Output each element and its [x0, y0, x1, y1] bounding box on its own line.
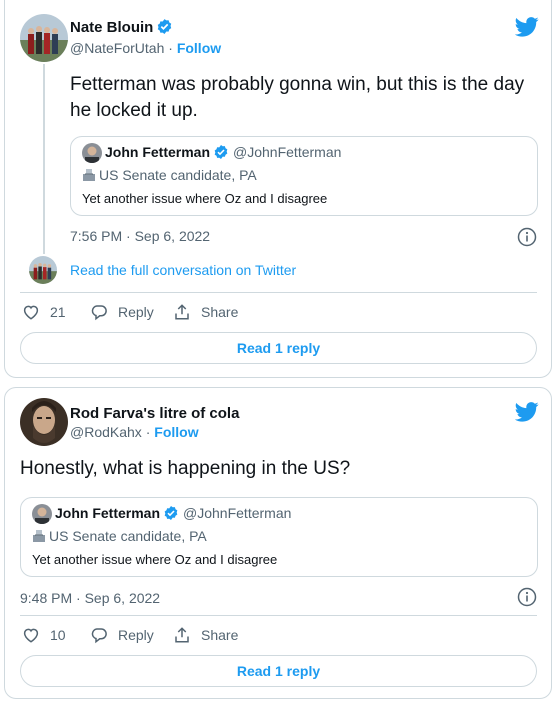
- ballot-box-icon: [83, 169, 95, 181]
- share-button[interactable]: Share: [173, 303, 238, 321]
- share-label: Share: [201, 627, 239, 643]
- quoted-tweet-text: Yet another issue where Oz and I disagre…: [82, 191, 328, 206]
- tweet-text: Fetterman was probably gonna win, but th…: [70, 74, 525, 121]
- follow-link[interactable]: Follow: [177, 40, 221, 56]
- reply-bubble-icon: [91, 628, 107, 644]
- read-replies-button[interactable]: Read 1 reply: [20, 655, 537, 687]
- divider: [20, 615, 537, 616]
- like-count: 21: [50, 304, 66, 320]
- quoted-author-label: US Senate candidate, PA: [82, 167, 257, 183]
- like-button[interactable]: 21: [22, 303, 66, 321]
- quoted-author-name: John Fetterman @JohnFetterman: [55, 505, 292, 521]
- share-icon: [175, 304, 189, 320]
- quoted-author-avatar: [82, 143, 102, 163]
- twitter-logo-icon[interactable]: [515, 402, 539, 422]
- tweet-timestamp[interactable]: 7:56 PM · Sep 6, 2022: [70, 228, 210, 244]
- info-icon[interactable]: [517, 227, 537, 247]
- tweet-timestamp[interactable]: 9:48 PM · Sep 6, 2022: [20, 590, 160, 606]
- tweet-text: Honestly, what is happening in the US?: [20, 458, 351, 479]
- quoted-tweet-text: Yet another issue where Oz and I disagre…: [32, 552, 278, 567]
- author-name[interactable]: Nate Blouin: [70, 18, 173, 36]
- share-label: Share: [201, 304, 239, 320]
- quoted-author-handle: @JohnFetterman: [183, 505, 292, 521]
- heart-icon: [23, 628, 39, 643]
- conversation-avatar: [29, 256, 57, 284]
- author-handle[interactable]: @RodKahx: [70, 424, 142, 440]
- like-count: 10: [50, 627, 66, 643]
- author-handle-line: @NateForUtah · Follow: [70, 40, 222, 56]
- divider: [20, 292, 537, 293]
- author-handle-line: @RodKahx · Follow: [70, 424, 199, 440]
- info-icon[interactable]: [517, 587, 537, 607]
- author-name[interactable]: Rod Farva's litre of cola: [70, 405, 239, 422]
- like-button[interactable]: 10: [22, 626, 66, 644]
- author-handle[interactable]: @NateForUtah: [70, 40, 164, 56]
- follow-link[interactable]: Follow: [154, 424, 198, 440]
- ballot-box-icon: [33, 530, 45, 542]
- quoted-tweet[interactable]: John Fetterman @JohnFetterman US Senate c…: [20, 497, 538, 577]
- share-icon: [175, 627, 189, 643]
- reply-label: Reply: [118, 627, 154, 643]
- twitter-logo-icon[interactable]: [515, 17, 539, 37]
- reply-label: Reply: [118, 304, 154, 320]
- quoted-author-handle: @JohnFetterman: [233, 144, 342, 160]
- quoted-tweet[interactable]: John Fetterman @JohnFetterman US Senate c…: [70, 136, 538, 216]
- read-replies-button[interactable]: Read 1 reply: [20, 332, 537, 364]
- read-conversation-link[interactable]: Read the full conversation on Twitter: [70, 262, 296, 278]
- quoted-author-label: US Senate candidate, PA: [32, 528, 207, 544]
- thread-line: [43, 64, 45, 254]
- reply-button[interactable]: Reply: [90, 303, 154, 321]
- reply-bubble-icon: [91, 305, 107, 321]
- share-button[interactable]: Share: [173, 626, 238, 644]
- author-avatar[interactable]: [20, 398, 68, 446]
- quoted-author-avatar: [32, 504, 52, 524]
- verified-badge-icon: [158, 19, 172, 34]
- quoted-author-name: John Fetterman @JohnFetterman: [105, 144, 342, 160]
- heart-icon: [23, 305, 39, 320]
- verified-badge-icon: [214, 145, 228, 159]
- reply-button[interactable]: Reply: [90, 626, 154, 644]
- verified-badge-icon: [164, 506, 178, 520]
- author-avatar[interactable]: [20, 14, 68, 62]
